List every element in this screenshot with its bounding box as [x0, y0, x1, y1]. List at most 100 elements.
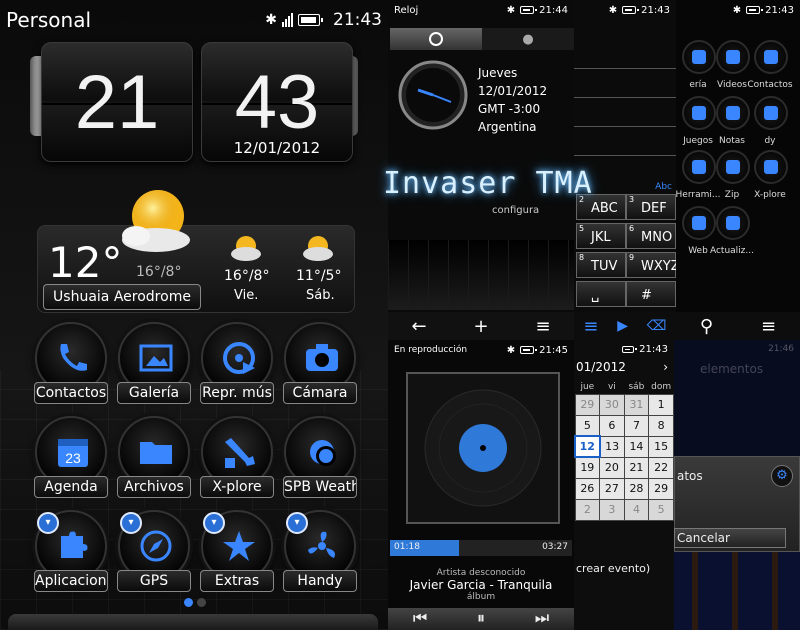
- app-icon[interactable]: [716, 96, 750, 130]
- app-label[interactable]: Archivos: [117, 476, 191, 498]
- app-label[interactable]: Repr. mús: [200, 382, 274, 404]
- app-label[interactable]: Galería: [117, 382, 191, 404]
- day-cell[interactable]: 2: [574, 498, 601, 521]
- app-icon[interactable]: [754, 150, 788, 184]
- app-glyph-icon: [726, 106, 740, 120]
- key-special[interactable]: #: [626, 281, 676, 307]
- day-cell[interactable]: 14: [623, 435, 650, 458]
- camera-icon: [306, 344, 338, 371]
- day-cell[interactable]: 21: [623, 456, 650, 479]
- config-link[interactable]: configura: [492, 205, 539, 216]
- menu-icon[interactable]: ≡: [535, 316, 550, 337]
- app-icon[interactable]: [716, 206, 750, 240]
- forecast-temps-2: 11°/5°: [296, 268, 342, 284]
- day-cell[interactable]: 15: [648, 435, 674, 458]
- app-menu: ✱ 21:43 ería Videos Contactos Juegos Notas dy H…: [676, 0, 800, 340]
- day-cell[interactable]: 13: [599, 435, 625, 458]
- back-icon[interactable]: ←: [411, 316, 426, 337]
- app-icon[interactable]: [716, 40, 750, 74]
- clock-toolbar: ← + ≡: [388, 312, 574, 340]
- key-letters: WXYZ: [641, 259, 676, 274]
- tab-world[interactable]: ●: [482, 28, 574, 50]
- star-icon: [223, 531, 255, 561]
- pause-icon[interactable]: ⏸: [477, 608, 485, 630]
- app-label[interactable]: Contactos: [34, 382, 108, 404]
- day-cell[interactable]: 26: [574, 477, 601, 500]
- key-3[interactable]: 3 DEF: [626, 194, 676, 220]
- next-month-icon[interactable]: ›: [663, 360, 668, 374]
- progress-bar[interactable]: 01:18 03:27: [390, 540, 572, 556]
- compass-icon: [140, 530, 172, 562]
- day-cell[interactable]: 19: [574, 456, 601, 479]
- day-cell[interactable]: 5: [574, 414, 601, 437]
- cancel-button[interactable]: Cancelar: [674, 528, 786, 548]
- dialog-row[interactable]: atos: [677, 469, 703, 483]
- settings-gear-icon[interactable]: ⚙: [771, 465, 793, 487]
- day-cell[interactable]: 3: [599, 498, 625, 521]
- play-icon[interactable]: ▶: [617, 318, 628, 334]
- add-icon[interactable]: +: [473, 316, 488, 337]
- app-icon[interactable]: [682, 206, 716, 240]
- app-label[interactable]: Handy: [283, 570, 357, 592]
- day-cell[interactable]: 29: [648, 477, 674, 500]
- day-cell[interactable]: 7: [623, 414, 650, 437]
- day-cell[interactable]: 6: [599, 414, 625, 437]
- app-label[interactable]: Agenda: [34, 476, 108, 498]
- list-icon[interactable]: ≡: [583, 316, 598, 337]
- day-cell[interactable]: 22: [648, 456, 674, 479]
- app-label[interactable]: Cámara: [283, 382, 357, 404]
- day-cell[interactable]: 30: [599, 393, 625, 416]
- app-label[interactable]: Extras: [200, 570, 274, 592]
- day-cell[interactable]: 1: [648, 393, 674, 416]
- day-cell[interactable]: 31: [623, 393, 650, 416]
- key-special[interactable]: ␣: [576, 281, 626, 307]
- key-9[interactable]: 9 WXYZ: [626, 252, 676, 278]
- app-icon[interactable]: [754, 40, 788, 74]
- weather-location[interactable]: Ushuaia Aerodrome: [43, 284, 201, 310]
- next-icon[interactable]: ⏭: [535, 608, 549, 630]
- previous-icon[interactable]: ⏮: [413, 608, 427, 630]
- app-icon[interactable]: [682, 40, 716, 74]
- status-time: 21:43: [641, 4, 670, 16]
- input-mode[interactable]: Abc: [655, 182, 672, 192]
- weather-icon: [310, 440, 336, 466]
- bluetooth-icon: ✱: [265, 12, 277, 28]
- album-art[interactable]: [406, 372, 560, 524]
- vinyl-record-icon: [424, 389, 542, 507]
- day-cell[interactable]: 5: [648, 498, 674, 521]
- status-time: 21:44: [539, 4, 568, 16]
- day-cell[interactable]: 4: [623, 498, 650, 521]
- app-label[interactable]: X-plore: [200, 476, 274, 498]
- app-icon[interactable]: [682, 150, 716, 184]
- key-6[interactable]: 6 MNO: [626, 223, 676, 249]
- key-5[interactable]: 5 JKL: [576, 223, 626, 249]
- create-event-hint[interactable]: crear evento): [576, 562, 650, 575]
- day-cell[interactable]: 29: [574, 393, 601, 416]
- key-8[interactable]: 8 TUV: [576, 252, 626, 278]
- analog-clock-icon[interactable]: [398, 60, 468, 130]
- app-icon[interactable]: [754, 96, 788, 130]
- status-time: 21:43: [333, 10, 382, 30]
- key-letters: MNO: [641, 230, 673, 245]
- app-glyph-icon: [692, 216, 706, 230]
- day-cell[interactable]: 27: [599, 477, 625, 500]
- page-dot-active[interactable]: [184, 598, 193, 607]
- day-cell[interactable]: 20: [599, 456, 625, 479]
- profile-name[interactable]: Personal: [6, 8, 91, 32]
- today-cell[interactable]: 12: [574, 435, 601, 458]
- menu-icon[interactable]: ≡: [761, 316, 776, 337]
- search-icon[interactable]: ⚲: [700, 316, 713, 337]
- clock-minute[interactable]: 43 12/01/2012: [201, 42, 353, 162]
- tab-clock[interactable]: [390, 28, 482, 50]
- app-icon[interactable]: [682, 96, 716, 130]
- day-cell[interactable]: 8: [648, 414, 674, 437]
- page-dot[interactable]: [197, 598, 206, 607]
- app-label[interactable]: SPB Weath: [283, 476, 357, 498]
- app-label[interactable]: GPS: [117, 570, 191, 592]
- backspace-icon[interactable]: ⌫: [647, 318, 667, 334]
- day-cell[interactable]: 28: [623, 477, 650, 500]
- app-label[interactable]: Aplicacion.: [34, 570, 108, 592]
- clock-tabs: ●: [390, 28, 574, 50]
- app-icon[interactable]: [716, 150, 750, 184]
- clock-hour[interactable]: 21: [41, 42, 193, 162]
